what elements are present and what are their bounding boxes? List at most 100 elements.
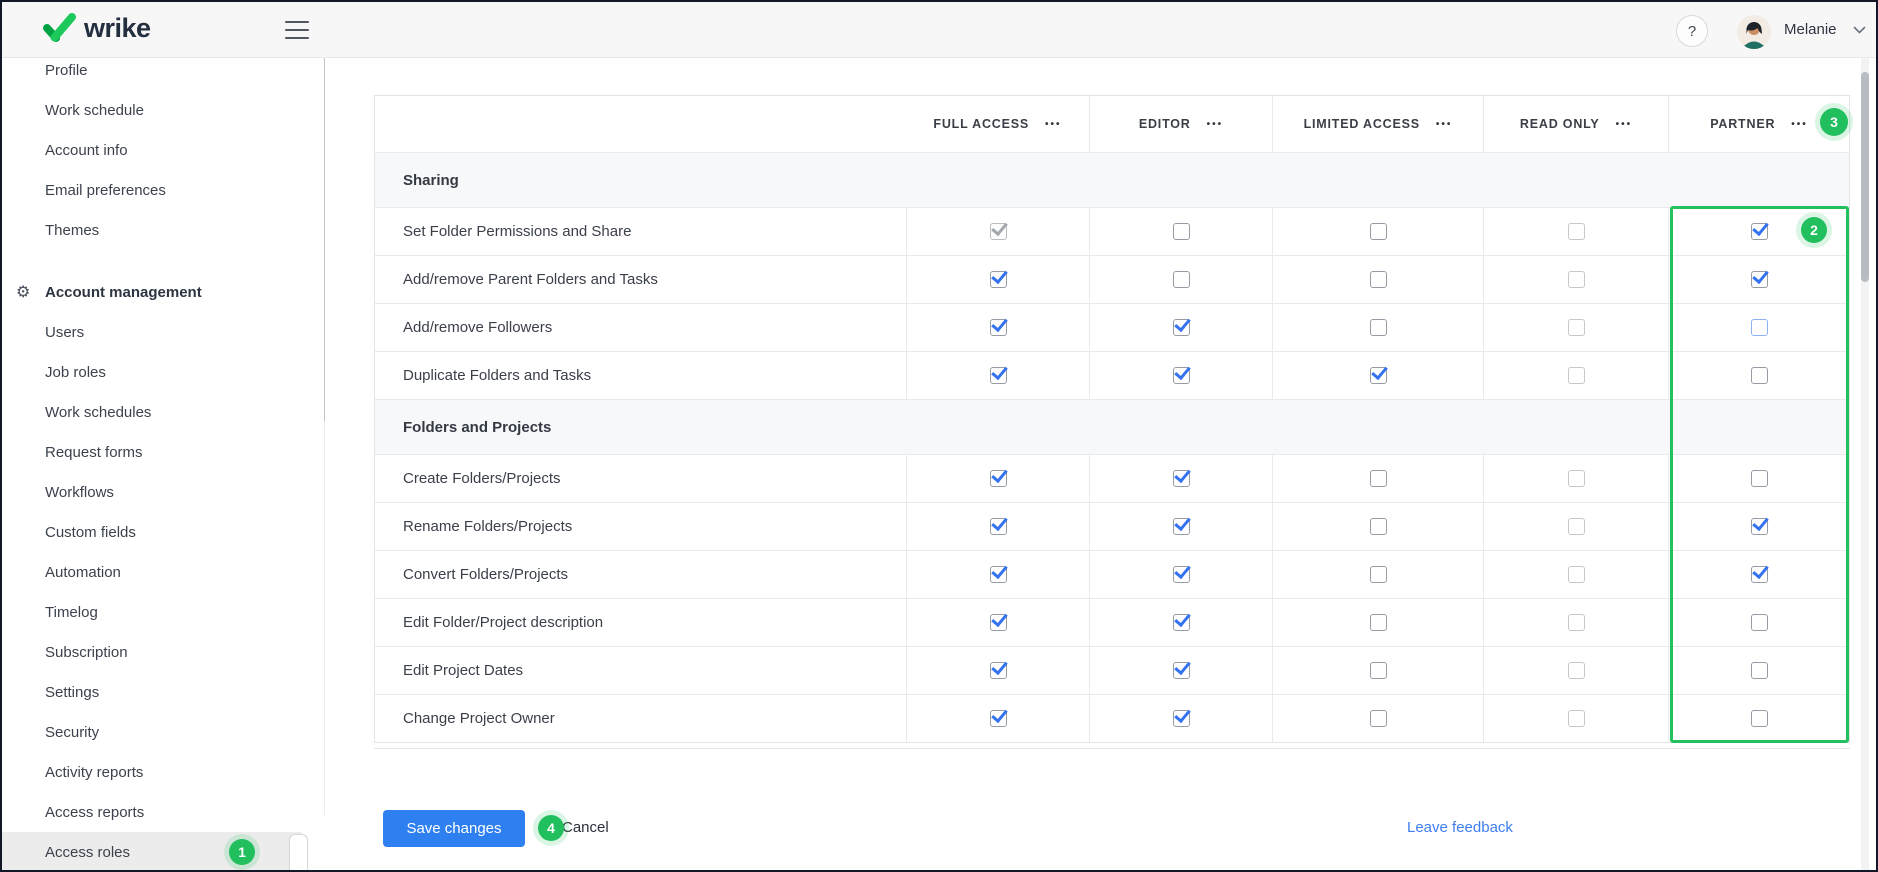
permission-label-cell: Edit Project Dates <box>375 647 906 694</box>
sidebar-item-automation[interactable]: Automation <box>2 552 302 592</box>
permission-checkbox[interactable] <box>1568 367 1585 384</box>
permission-checkbox[interactable] <box>1173 223 1190 240</box>
sidebar-item-access-roles[interactable]: Access roles1 <box>2 832 302 872</box>
permission-cell-editor <box>1089 256 1272 303</box>
permission-checkbox[interactable] <box>1173 566 1190 583</box>
permission-checkbox[interactable] <box>1751 518 1768 535</box>
permission-checkbox[interactable] <box>1370 223 1387 240</box>
section-title: Sharing <box>403 172 459 189</box>
sidebar-item-workflows[interactable]: Workflows <box>2 472 302 512</box>
permission-checkbox[interactable] <box>1568 271 1585 288</box>
step-badge-2: 2 <box>1801 217 1827 243</box>
sidebar-item-subscription[interactable]: Subscription <box>2 632 302 672</box>
permission-cell-read-only <box>1483 208 1668 255</box>
sidebar-item-users[interactable]: Users <box>2 312 302 352</box>
permission-label: Edit Folder/Project description <box>403 614 603 631</box>
permission-checkbox[interactable] <box>990 319 1007 336</box>
column-menu-icon[interactable]: ••• <box>1616 119 1633 130</box>
section-title: Folders and Projects <box>403 419 551 436</box>
cancel-button[interactable]: Cancel <box>562 819 609 836</box>
permission-checkbox[interactable] <box>990 223 1007 240</box>
permission-checkbox[interactable] <box>1370 319 1387 336</box>
column-menu-icon[interactable]: ••• <box>1791 119 1808 130</box>
permission-checkbox[interactable] <box>1370 566 1387 583</box>
column-menu-icon[interactable]: ••• <box>1207 119 1224 130</box>
permission-checkbox[interactable] <box>1568 710 1585 727</box>
sidebar-item-label: Themes <box>45 222 99 239</box>
sidebar-item-label: Request forms <box>45 444 143 461</box>
sidebar-item-themes[interactable]: Themes <box>2 210 302 250</box>
permission-checkbox[interactable] <box>1370 710 1387 727</box>
permission-checkbox[interactable] <box>1173 518 1190 535</box>
permission-checkbox[interactable] <box>1751 710 1768 727</box>
user-name[interactable]: Melanie <box>1784 2 1837 57</box>
sidebar-item-email-preferences[interactable]: Email preferences <box>2 170 302 210</box>
sidebar-item-work-schedules[interactable]: Work schedules <box>2 392 302 432</box>
permission-checkbox[interactable] <box>990 470 1007 487</box>
sidebar-item-account-info[interactable]: Account info <box>2 130 302 170</box>
permission-checkbox[interactable] <box>1568 566 1585 583</box>
permission-checkbox[interactable] <box>1173 319 1190 336</box>
sidebar-item-account-management[interactable]: ⚙Account management <box>2 272 302 312</box>
permission-checkbox[interactable] <box>1173 470 1190 487</box>
sidebar-item-timelog[interactable]: Timelog <box>2 592 302 632</box>
permission-checkbox[interactable] <box>1751 319 1768 336</box>
permission-label: Change Project Owner <box>403 710 555 727</box>
chevron-down-icon[interactable] <box>1853 26 1866 34</box>
sidebar-item-security[interactable]: Security <box>2 712 302 752</box>
column-menu-icon[interactable]: ••• <box>1045 119 1062 130</box>
permission-checkbox[interactable] <box>1751 223 1768 240</box>
permission-checkbox[interactable] <box>1751 271 1768 288</box>
permission-checkbox[interactable] <box>1751 614 1768 631</box>
permission-checkbox[interactable] <box>990 566 1007 583</box>
permission-checkbox[interactable] <box>1751 662 1768 679</box>
permission-checkbox[interactable] <box>1370 662 1387 679</box>
permission-checkbox[interactable] <box>1568 662 1585 679</box>
sidebar-item-activity-reports[interactable]: Activity reports <box>2 752 302 792</box>
permission-checkbox[interactable] <box>990 662 1007 679</box>
permission-checkbox[interactable] <box>990 518 1007 535</box>
permission-checkbox[interactable] <box>1370 271 1387 288</box>
permission-checkbox[interactable] <box>1370 367 1387 384</box>
column-menu-icon[interactable]: ••• <box>1436 119 1453 130</box>
permission-cell-partner <box>1668 304 1849 351</box>
permission-checkbox[interactable] <box>1173 614 1190 631</box>
sidebar-item-custom-fields[interactable]: Custom fields <box>2 512 302 552</box>
sidebar-item-access-reports[interactable]: Access reports <box>2 792 302 832</box>
permission-checkbox[interactable] <box>990 367 1007 384</box>
permission-checkbox[interactable] <box>1751 566 1768 583</box>
avatar[interactable] <box>1737 15 1771 49</box>
permission-checkbox[interactable] <box>990 271 1007 288</box>
permission-checkbox[interactable] <box>1173 710 1190 727</box>
leave-feedback-link[interactable]: Leave feedback <box>1407 819 1513 836</box>
permission-checkbox[interactable] <box>1751 367 1768 384</box>
permission-label-cell: Edit Folder/Project description <box>375 599 906 646</box>
permission-checkbox[interactable] <box>1370 470 1387 487</box>
page-scrollbar[interactable] <box>1861 57 1869 872</box>
sidebar-item-job-roles[interactable]: Job roles <box>2 352 302 392</box>
permission-checkbox[interactable] <box>1568 518 1585 535</box>
save-button[interactable]: Save changes <box>383 810 525 847</box>
sidebar-item-settings[interactable]: Settings <box>2 672 302 712</box>
wrike-logo[interactable]: wrike <box>42 12 151 44</box>
permission-checkbox[interactable] <box>1173 367 1190 384</box>
permission-checkbox[interactable] <box>1173 271 1190 288</box>
permission-checkbox[interactable] <box>990 614 1007 631</box>
permission-checkbox[interactable] <box>990 710 1007 727</box>
permission-label: Create Folders/Projects <box>403 470 561 487</box>
permission-checkbox[interactable] <box>1173 662 1190 679</box>
permission-checkbox[interactable] <box>1370 518 1387 535</box>
permission-checkbox[interactable] <box>1751 470 1768 487</box>
sidebar-item-work-schedule[interactable]: Work schedule <box>2 90 302 130</box>
permission-cell-editor <box>1089 551 1272 598</box>
hamburger-menu-icon[interactable] <box>285 21 309 39</box>
permission-checkbox[interactable] <box>1568 319 1585 336</box>
permission-checkbox[interactable] <box>1568 223 1585 240</box>
page-scrollbar-thumb[interactable] <box>1861 72 1869 282</box>
permission-checkbox[interactable] <box>1568 470 1585 487</box>
sidebar-item-request-forms[interactable]: Request forms <box>2 432 302 472</box>
help-button[interactable]: ? <box>1676 15 1708 47</box>
permission-checkbox[interactable] <box>1370 614 1387 631</box>
permission-checkbox[interactable] <box>1568 614 1585 631</box>
sidebar-item-profile[interactable]: Profile <box>2 57 302 90</box>
